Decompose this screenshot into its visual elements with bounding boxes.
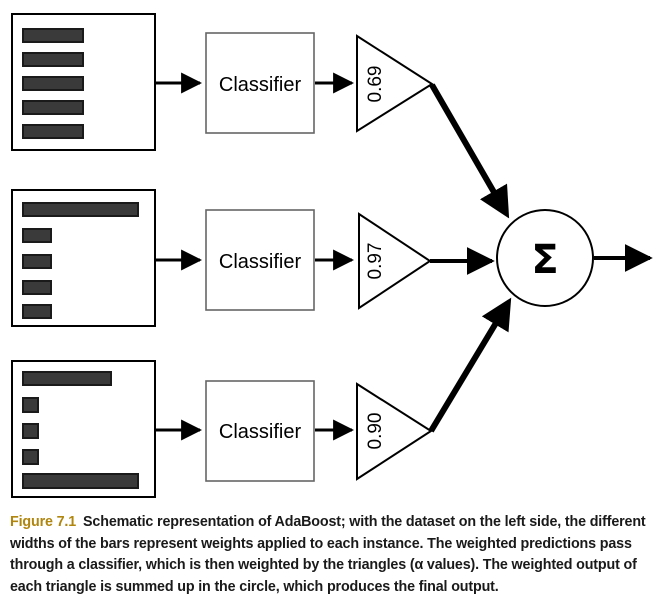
- weight-bar: [22, 76, 84, 91]
- classifier-label-2: Classifier: [219, 251, 302, 273]
- weight-bar: [22, 371, 112, 386]
- weight-bar: [22, 449, 39, 465]
- weight-bar: [22, 124, 84, 139]
- diagram-canvas: Classifier 0.69 Classifier 0.97 Classifi…: [11, 13, 653, 498]
- classifier-label-1: Classifier: [219, 74, 302, 96]
- figure-caption-text: Schematic representation of AdaBoost; wi…: [10, 514, 646, 596]
- arrow-triangle3-to-sum: [428, 297, 512, 433]
- sigma-icon: Σ: [531, 237, 558, 283]
- adaboost-diagram: Classifier 0.69 Classifier 0.97 Classifi…: [0, 0, 658, 505]
- weight-bar: [22, 254, 52, 269]
- summation-node: Σ: [496, 209, 653, 307]
- weight-bar: [22, 280, 52, 295]
- weight-bar: [22, 100, 84, 115]
- weight-bar: [22, 28, 84, 43]
- alpha-value-1: 0.69: [365, 66, 386, 103]
- weight-bar: [22, 423, 39, 439]
- row-1: Classifier 0.69: [11, 13, 510, 219]
- weight-bar: [22, 52, 84, 67]
- weight-bar: [22, 228, 52, 243]
- row-3: Classifier 0.90: [11, 297, 512, 498]
- weight-bar: [22, 473, 139, 489]
- classifier-label-3: Classifier: [219, 421, 302, 443]
- alpha-value-3: 0.90: [365, 413, 386, 450]
- figure-caption: Figure 7.1 Schematic representation of Ad…: [10, 512, 648, 599]
- weight-bar: [22, 202, 139, 217]
- weight-bar: [22, 397, 39, 413]
- arrow-triangle1-to-sum: [429, 83, 510, 219]
- alpha-value-2: 0.97: [365, 243, 386, 280]
- row-2: Classifier 0.97: [11, 189, 495, 327]
- weight-bar: [22, 304, 52, 319]
- figure-label: Figure 7.1: [10, 514, 77, 530]
